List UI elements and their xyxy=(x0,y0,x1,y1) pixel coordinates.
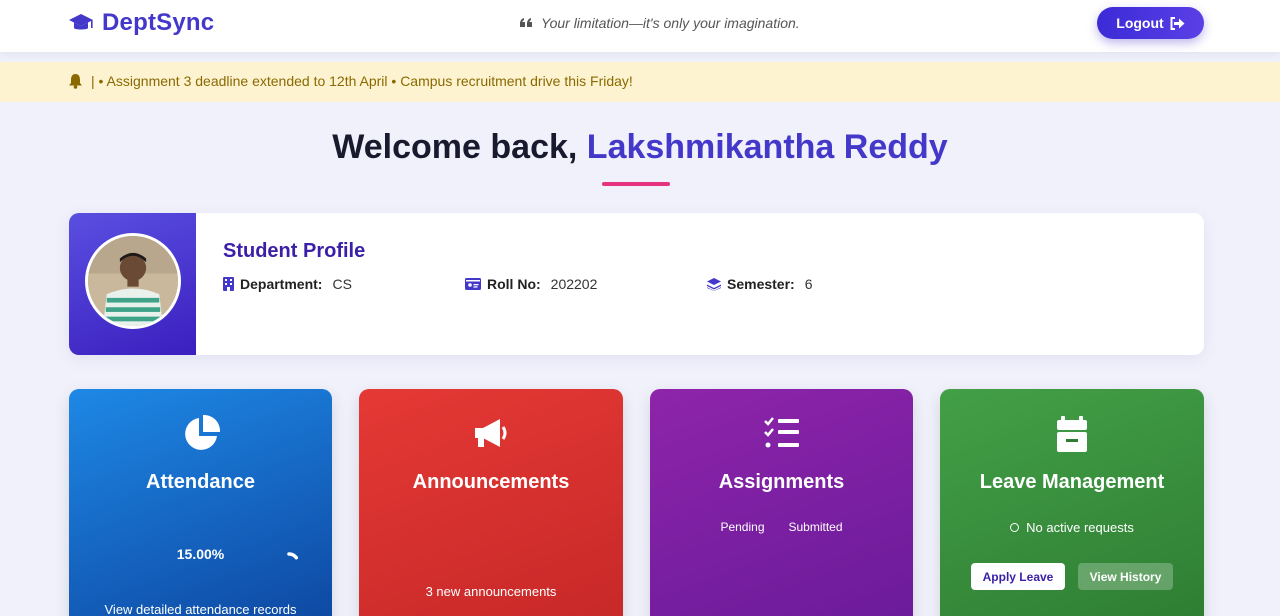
department-value: CS xyxy=(332,276,352,292)
header-quote: Your limitation—it's only your imaginati… xyxy=(520,14,800,32)
bell-icon xyxy=(69,74,82,89)
id-card-icon xyxy=(465,278,481,290)
assignments-title: Assignments xyxy=(718,471,845,493)
layers-icon xyxy=(707,277,721,291)
attendance-progress-ring xyxy=(287,552,299,560)
ticker-text: | • Assignment 3 deadline extended to 12… xyxy=(91,73,633,89)
pie-chart-icon xyxy=(184,415,220,450)
assignment-tabs: Pending Submitted xyxy=(650,520,913,534)
roll-value: 202202 xyxy=(550,276,598,292)
leave-status: No active requests xyxy=(940,520,1204,535)
student-photo xyxy=(88,236,178,326)
megaphone-icon xyxy=(475,419,507,447)
attendance-card[interactable]: Attendance 15.00% View detailed attendan… xyxy=(69,389,332,616)
profile-title: Student Profile xyxy=(223,240,366,262)
tab-pending[interactable]: Pending xyxy=(720,520,764,534)
avatar xyxy=(85,233,181,329)
department-field: Department: CS xyxy=(223,276,352,292)
assignments-card[interactable]: Assignments Pending Submitted xyxy=(650,389,913,616)
quote-left-icon xyxy=(520,18,532,27)
list-check-icon xyxy=(763,417,799,448)
graduation-cap-icon xyxy=(69,14,93,30)
brand-name: DeptSync xyxy=(102,9,215,36)
profile-avatar-panel xyxy=(69,213,196,355)
sign-out-icon xyxy=(1170,16,1185,30)
calendar-icon xyxy=(1057,416,1087,452)
quote-text: Your limitation—it's only your imaginati… xyxy=(541,15,800,31)
semester-value: 6 xyxy=(804,276,813,292)
announcements-count: 3 new announcements xyxy=(425,584,557,599)
student-profile-card: Student Profile Department: CS Roll No: … xyxy=(69,213,1204,355)
top-header: DeptSync Your limitation—it's only your … xyxy=(0,0,1280,52)
announcement-ticker: | • Assignment 3 deadline extended to 12… xyxy=(0,62,1280,102)
heading-underline xyxy=(602,182,670,186)
roll-field: Roll No: 202202 xyxy=(465,276,597,292)
logout-button[interactable]: Logout xyxy=(1097,7,1204,39)
semester-field: Semester: 6 xyxy=(707,276,813,292)
tab-submitted[interactable]: Submitted xyxy=(789,520,843,534)
semester-label: Semester: xyxy=(727,276,795,292)
welcome-heading: Welcome back, Lakshmikantha Reddy xyxy=(0,128,1280,167)
leave-title: Leave Management xyxy=(979,471,1165,493)
attendance-title: Attendance xyxy=(146,471,255,493)
view-history-button[interactable]: View History xyxy=(1078,563,1173,590)
brand[interactable]: DeptSync xyxy=(68,9,214,37)
leave-status-text: No active requests xyxy=(1026,520,1134,535)
announcements-title: Announcements xyxy=(412,471,570,493)
logout-label: Logout xyxy=(1116,15,1164,31)
welcome-prefix: Welcome back, xyxy=(332,128,587,166)
building-icon xyxy=(223,277,234,291)
circle-icon xyxy=(1010,523,1020,532)
apply-leave-button[interactable]: Apply Leave xyxy=(971,563,1065,590)
roll-label: Roll No: xyxy=(487,276,541,292)
announcements-card[interactable]: Announcements 3 new announcements xyxy=(359,389,623,616)
student-name: Lakshmikantha Reddy xyxy=(586,128,948,166)
department-label: Department: xyxy=(240,276,323,292)
leave-management-card[interactable]: Leave Management No active requests Appl… xyxy=(940,389,1204,616)
attendance-details-link[interactable]: View detailed attendance records xyxy=(69,602,332,616)
